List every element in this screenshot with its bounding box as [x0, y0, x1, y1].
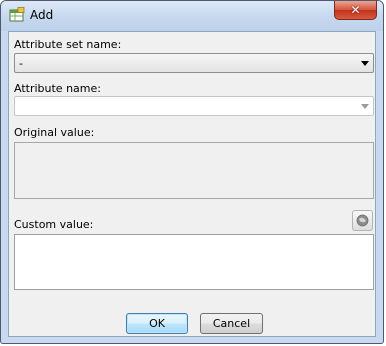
attribute-name-dropdown[interactable]	[14, 96, 374, 116]
cancel-button[interactable]: Cancel	[200, 313, 263, 334]
close-button[interactable]: ✕	[334, 1, 377, 20]
attribute-set-name-dropdown[interactable]: -	[14, 53, 374, 73]
dialog-client-area: Attribute set name: - Attribute name: Or…	[8, 31, 376, 337]
add-dialog-window: Add ✕ Attribute set name: - Attribute na…	[0, 0, 384, 344]
chevron-down-icon	[361, 104, 369, 109]
attribute-set-name-value: -	[19, 57, 23, 70]
ok-button[interactable]: OK	[126, 313, 188, 334]
attribute-name-label: Attribute name:	[14, 82, 101, 95]
table-app-icon	[9, 7, 25, 22]
original-value-field	[14, 142, 374, 199]
window-title: Add	[30, 8, 54, 22]
original-value-label: Original value:	[14, 126, 95, 139]
globe-icon	[356, 214, 369, 227]
custom-value-tool-button[interactable]	[352, 210, 373, 231]
close-icon: ✕	[350, 3, 361, 17]
custom-value-label: Custom value:	[14, 218, 94, 231]
title-bar[interactable]: Add ✕	[1, 1, 383, 31]
chevron-down-icon	[361, 61, 369, 66]
attribute-set-name-label: Attribute set name:	[14, 38, 122, 51]
custom-value-field[interactable]	[14, 234, 374, 290]
